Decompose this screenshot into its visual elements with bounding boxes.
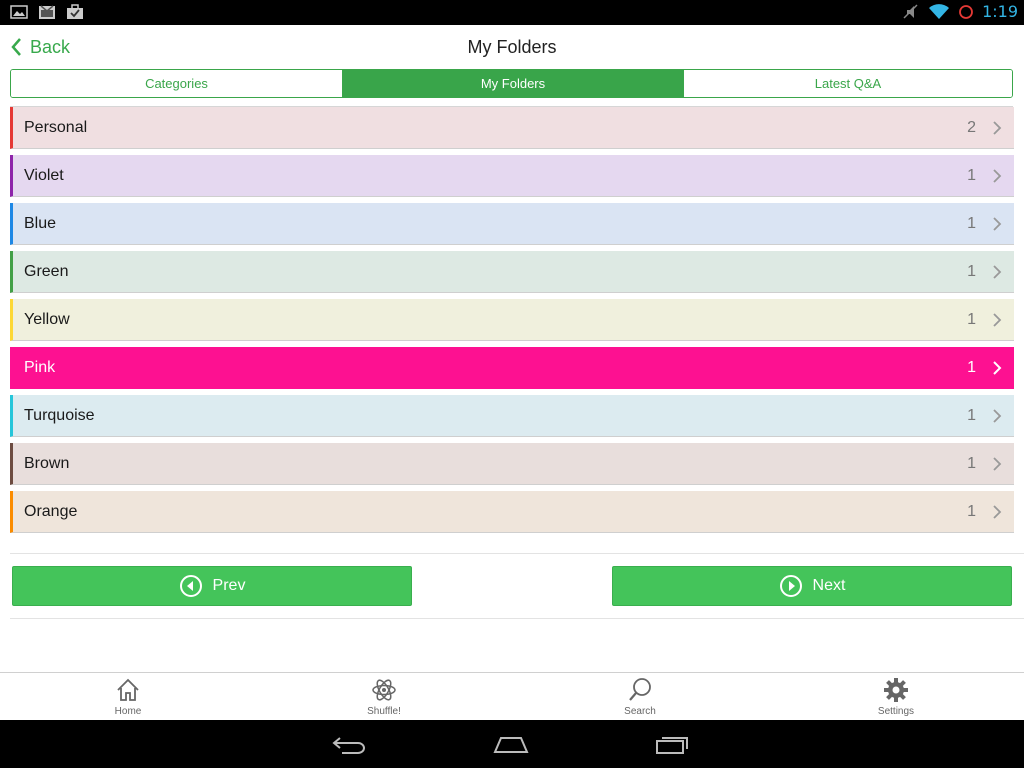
gallery-icon [10, 5, 28, 19]
system-nav-bar [0, 720, 1024, 768]
folder-count: 1 [967, 502, 976, 520]
folder-count: 1 [967, 214, 976, 232]
folder-row-personal[interactable]: Personal 2 [10, 107, 1014, 149]
folder-count: 1 [967, 358, 976, 376]
chevron-right-icon [993, 169, 1002, 183]
nav-label: Shuffle! [367, 706, 401, 717]
status-system: 1:19 [902, 2, 1018, 21]
folder-count: 1 [967, 310, 976, 328]
next-button[interactable]: Next [612, 566, 1012, 606]
search-icon [629, 678, 651, 701]
folder-label: Turquoise [24, 406, 95, 424]
nav-label: Search [624, 706, 656, 717]
clock: 1:19 [982, 2, 1018, 21]
page-title: My Folders [467, 37, 557, 57]
home-outline-icon[interactable] [492, 732, 530, 756]
recents-icon[interactable] [654, 732, 692, 756]
status-notifications [10, 4, 84, 20]
folder-row-yellow[interactable]: Yellow 1 [10, 299, 1014, 341]
folder-label: Personal [24, 118, 88, 136]
folder-count: 1 [967, 406, 976, 424]
folder-label: Violet [24, 166, 64, 184]
atom-icon [372, 679, 396, 701]
app-root: 1:19 Back My Folders Categories My Folde… [0, 0, 1024, 768]
divider [10, 618, 1024, 619]
divider [10, 553, 1024, 554]
segmented-tabs: Categories My Folders Latest Q&A [10, 69, 1013, 98]
calendar-icon [39, 5, 55, 19]
home-icon [117, 678, 139, 701]
folder-count: 1 [967, 454, 976, 472]
circle-arrow-left-icon [179, 575, 202, 597]
nav-label: Home [114, 706, 142, 717]
nav-shuffle[interactable]: Shuffle! [324, 677, 444, 717]
chevron-right-icon [993, 265, 1002, 279]
folder-label: Green [24, 262, 69, 280]
folder-row-turquoise[interactable]: Turquoise 1 [10, 395, 1014, 437]
folder-label: Yellow [24, 310, 70, 328]
folder-row-pink[interactable]: Pink 1 [10, 347, 1014, 389]
tab-categories[interactable]: Categories [11, 70, 342, 97]
chevron-right-icon [993, 409, 1002, 423]
chevron-right-icon [993, 217, 1002, 231]
folder-list: Personal 2 Violet 1 Blue 1 Green 1 Yello… [10, 107, 1014, 539]
header: Back My Folders [0, 25, 1024, 69]
briefcase-icon [67, 4, 83, 19]
nav-settings[interactable]: Settings [836, 677, 956, 717]
tab-my-folders[interactable]: My Folders [342, 70, 683, 97]
folder-row-orange[interactable]: Orange 1 [10, 491, 1014, 533]
folder-row-blue[interactable]: Blue 1 [10, 203, 1014, 245]
bottom-nav: Home Shuffle! Search Settings [0, 672, 1024, 720]
folder-label: Blue [24, 214, 57, 232]
next-label: Next [812, 577, 846, 594]
chevron-right-icon [993, 505, 1002, 519]
folder-count: 1 [967, 166, 976, 184]
nav-label: Settings [877, 706, 915, 717]
folder-label: Pink [24, 358, 56, 376]
wifi-icon [929, 3, 950, 19]
chevron-right-icon [993, 457, 1002, 471]
folder-count: 1 [967, 262, 976, 280]
chevron-right-icon [993, 361, 1002, 375]
prev-button[interactable]: Prev [12, 566, 412, 606]
back-icon[interactable] [330, 732, 368, 756]
folder-row-brown[interactable]: Brown 1 [10, 443, 1014, 485]
folder-row-violet[interactable]: Violet 1 [10, 155, 1014, 197]
prev-label: Prev [212, 577, 246, 594]
folder-label: Orange [24, 502, 78, 520]
status-bar: 1:19 [0, 0, 1024, 25]
folder-count: 2 [967, 118, 976, 136]
chevron-right-icon [993, 313, 1002, 327]
circle-arrow-right-icon [779, 575, 802, 597]
folder-label: Brown [24, 454, 70, 472]
nav-home[interactable]: Home [68, 677, 188, 717]
mute-icon [903, 3, 918, 19]
gear-icon [884, 678, 908, 702]
folder-row-green[interactable]: Green 1 [10, 251, 1014, 293]
tab-latest-qa[interactable]: Latest Q&A [683, 70, 1012, 97]
sync-icon [959, 4, 973, 19]
chevron-right-icon [993, 121, 1002, 135]
nav-search[interactable]: Search [580, 677, 700, 717]
